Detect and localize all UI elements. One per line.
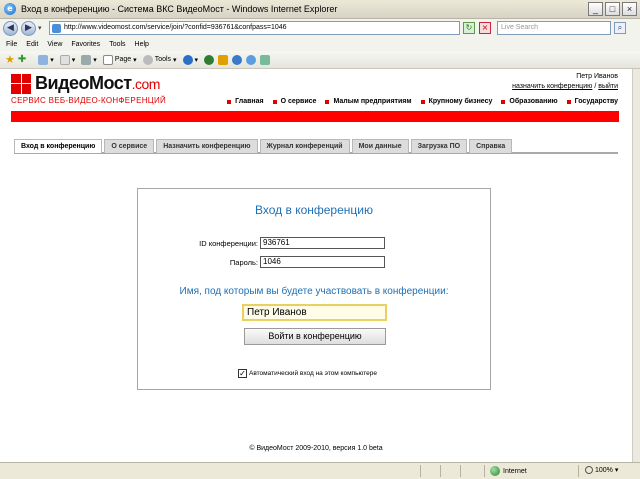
page-menu-button[interactable]: Page ▾ [102, 54, 137, 65]
tabs-icon [38, 54, 49, 65]
menu-bar: File Edit View Favorites Tools Help [0, 37, 640, 51]
tab-conference-log[interactable]: Журнал конференций [259, 139, 350, 153]
tab-help[interactable]: Справка [469, 139, 513, 153]
favorites-star-icon[interactable]: ★ [5, 53, 15, 66]
bullet-icon [272, 99, 277, 104]
help-icon [182, 54, 193, 65]
stop-icon[interactable]: × [479, 22, 491, 34]
ie-icon: e [4, 3, 16, 15]
display-name-input[interactable]: Петр Иванов [242, 304, 387, 321]
globe-icon [490, 466, 500, 476]
site-logo[interactable]: ВидеоМост.com [11, 73, 160, 94]
addon-icon[interactable] [260, 54, 271, 65]
page-footer: © ВидеоМост 2009-2010, версия 1.0 beta [249, 445, 383, 452]
auto-login-row: ✓ Автоматический вход на этом компьютере [238, 369, 377, 378]
tab-list-button[interactable]: ▾ [38, 54, 54, 65]
login-title: Вход в конференцию [255, 203, 373, 217]
forward-icon[interactable]: ▶ [21, 20, 36, 36]
feeds-icon [59, 54, 70, 65]
blog-icon[interactable] [232, 54, 243, 65]
feeds-button[interactable]: ▾ [59, 54, 75, 65]
top-navigation: Главная О сервисе Малым предприятиям Кру… [227, 98, 618, 105]
display-name-prompt: Имя, под которым вы будете участвовать в… [179, 286, 449, 297]
chat-icon[interactable] [246, 54, 257, 65]
menu-view[interactable]: View [47, 41, 62, 48]
address-toolbar: ◀ ▶ ▾ http://www.videomost.com/service/j… [0, 19, 640, 37]
logout-link[interactable]: выйти [598, 83, 618, 90]
refresh-icon[interactable]: ↻ [463, 22, 475, 34]
menu-edit[interactable]: Edit [26, 41, 38, 48]
page-content: ВидеоМост.com СЕРВИС ВЕБ-ВИДЕО-КОНФЕРЕНЦ… [0, 69, 632, 462]
tab-about-service[interactable]: О сервисе [104, 139, 155, 153]
menu-file[interactable]: File [6, 41, 17, 48]
bullet-icon [325, 99, 330, 104]
status-bar: Internet 100% ▾ [0, 462, 640, 479]
close-button[interactable]: × [622, 2, 637, 16]
tab-schedule-conference[interactable]: Назначить конференцию [156, 139, 258, 153]
history-dropdown-icon[interactable]: ▾ [38, 24, 42, 32]
help-button[interactable]: ▾ [182, 54, 198, 65]
site-tagline: СЕРВИС ВЕБ-ВИДЕО-КОНФЕРЕНЦИЙ [11, 96, 167, 105]
search-input[interactable]: Live Search [497, 21, 611, 35]
logo-icon [11, 73, 31, 94]
password-input[interactable]: 1046 [260, 256, 385, 268]
back-icon[interactable]: ◀ [3, 20, 18, 36]
conference-id-label: ID конференции: [199, 239, 258, 248]
zoom-icon [585, 466, 593, 474]
tab-download[interactable]: Загрузка ПО [410, 139, 468, 153]
join-conference-button[interactable]: Войти в конференцию [244, 328, 386, 345]
search-icon[interactable]: ⌕ [614, 22, 626, 34]
nav-home[interactable]: Главная [227, 98, 264, 105]
menu-tools[interactable]: Tools [109, 41, 125, 48]
bullet-icon [227, 99, 232, 104]
menu-help[interactable]: Help [135, 41, 149, 48]
auto-login-label: Автоматический вход на этом компьютере [249, 370, 377, 377]
user-name: Петр Иванов [576, 73, 618, 80]
print-icon [81, 54, 92, 65]
bullet-icon [420, 99, 425, 104]
security-zone: Internet [490, 466, 527, 476]
login-panel: Вход в конференцию ID конференции: 93676… [137, 188, 491, 390]
header-red-band [11, 111, 619, 122]
research-icon[interactable] [204, 54, 215, 65]
password-label: Пароль: [229, 258, 258, 267]
nav-enterprise[interactable]: Крупному бизнесу [420, 98, 492, 105]
menu-favorites[interactable]: Favorites [71, 41, 100, 48]
messenger-icon[interactable] [218, 54, 229, 65]
bullet-icon [501, 99, 506, 104]
page-icon [52, 24, 61, 33]
vertical-scrollbar[interactable] [632, 69, 640, 462]
bullet-icon [566, 99, 571, 104]
schedule-conference-link[interactable]: назначить конференцию [512, 83, 592, 90]
user-panel: Петр Иванов назначить конференцию / выйт… [512, 73, 618, 90]
nav-government[interactable]: Государству [566, 98, 618, 105]
print-button[interactable]: ▾ [81, 54, 97, 65]
address-url: http://www.videomost.com/service/join/?c… [64, 24, 287, 31]
nav-small-business[interactable]: Малым предприятиям [325, 98, 412, 105]
tab-my-data[interactable]: Мои данные [351, 139, 409, 153]
address-input[interactable]: http://www.videomost.com/service/join/?c… [49, 21, 460, 35]
page-icon [102, 54, 113, 65]
minimize-button[interactable]: _ [588, 2, 603, 16]
conference-id-input[interactable]: 936761 [260, 237, 385, 249]
add-favorite-icon[interactable]: ✚ [18, 54, 26, 65]
window-title-bar: e Вход в конференцию - Система ВКС Видео… [0, 0, 640, 19]
zoom-control[interactable]: 100% ▾ [585, 466, 618, 474]
auto-login-checkbox[interactable]: ✓ [238, 369, 247, 378]
nav-education[interactable]: Образованию [501, 98, 558, 105]
maximize-button[interactable]: □ [605, 2, 620, 16]
tab-join-conference[interactable]: Вход в конференцию [14, 139, 103, 153]
window-title: Вход в конференцию - Система ВКС ВидеоМо… [21, 4, 338, 14]
tab-bar: Вход в конференцию О сервисе Назначить к… [14, 139, 618, 154]
nav-about[interactable]: О сервисе [272, 98, 316, 105]
gear-icon [142, 54, 153, 65]
tools-menu-button[interactable]: Tools ▾ [142, 54, 177, 65]
command-bar: ★ ✚ ▾ ▾ ▾ Page ▾ Tools ▾ ▾ [0, 51, 640, 69]
